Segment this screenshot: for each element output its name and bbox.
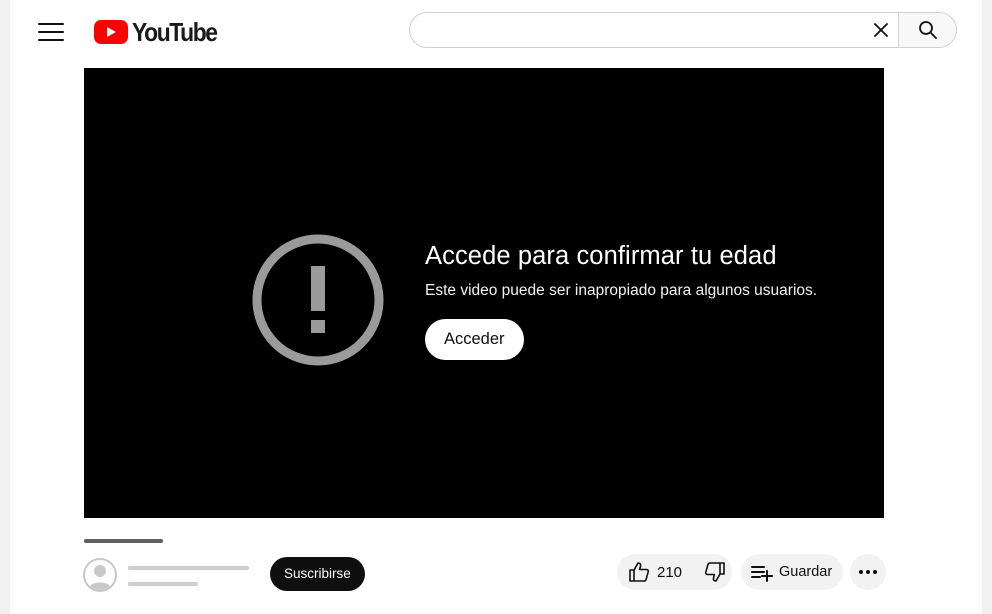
user-icon	[88, 565, 112, 590]
sign-in-button[interactable]: Acceder	[425, 319, 524, 360]
age-gate-panel: Accede para confirmar tu edad Este video…	[425, 242, 817, 360]
search-button[interactable]	[898, 13, 956, 47]
youtube-logo[interactable]: YouTube	[94, 16, 228, 47]
search-input[interactable]	[410, 13, 864, 47]
like-button[interactable]: 210	[617, 554, 692, 590]
warning-icon	[252, 234, 384, 366]
search-bar	[409, 12, 957, 48]
channel-avatar[interactable]	[83, 558, 117, 592]
thumbs-up-icon	[629, 562, 650, 582]
age-gate-message: Este video puede ser inapropiado para al…	[425, 282, 818, 299]
more-actions-button[interactable]	[850, 554, 886, 590]
hamburger-menu-icon[interactable]	[38, 20, 64, 44]
browser-page: YouTube Accede para confirmar tu edad Es…	[10, 0, 982, 614]
youtube-play-icon	[94, 20, 128, 44]
save-button[interactable]: Guardar	[741, 554, 843, 590]
search-icon	[918, 21, 937, 39]
channel-name-placeholder	[128, 566, 249, 570]
close-icon[interactable]	[864, 13, 898, 47]
thumbs-down-icon	[704, 562, 725, 582]
more-horizontal-icon	[859, 570, 877, 574]
video-title-placeholder	[84, 539, 163, 543]
subscriber-count-placeholder	[128, 582, 198, 586]
dislike-button[interactable]	[692, 554, 737, 590]
playlist-add-icon	[751, 566, 773, 582]
like-dislike-bar: 210	[617, 554, 732, 590]
logo-wordmark: YouTube	[132, 16, 218, 47]
age-gate-title: Accede para confirmar tu edad	[425, 242, 777, 270]
subscribe-button[interactable]: Suscribirse	[270, 557, 365, 591]
save-label: Guardar	[779, 564, 833, 580]
like-count: 210	[657, 563, 683, 581]
video-player[interactable]: Accede para confirmar tu edad Este video…	[84, 68, 884, 518]
